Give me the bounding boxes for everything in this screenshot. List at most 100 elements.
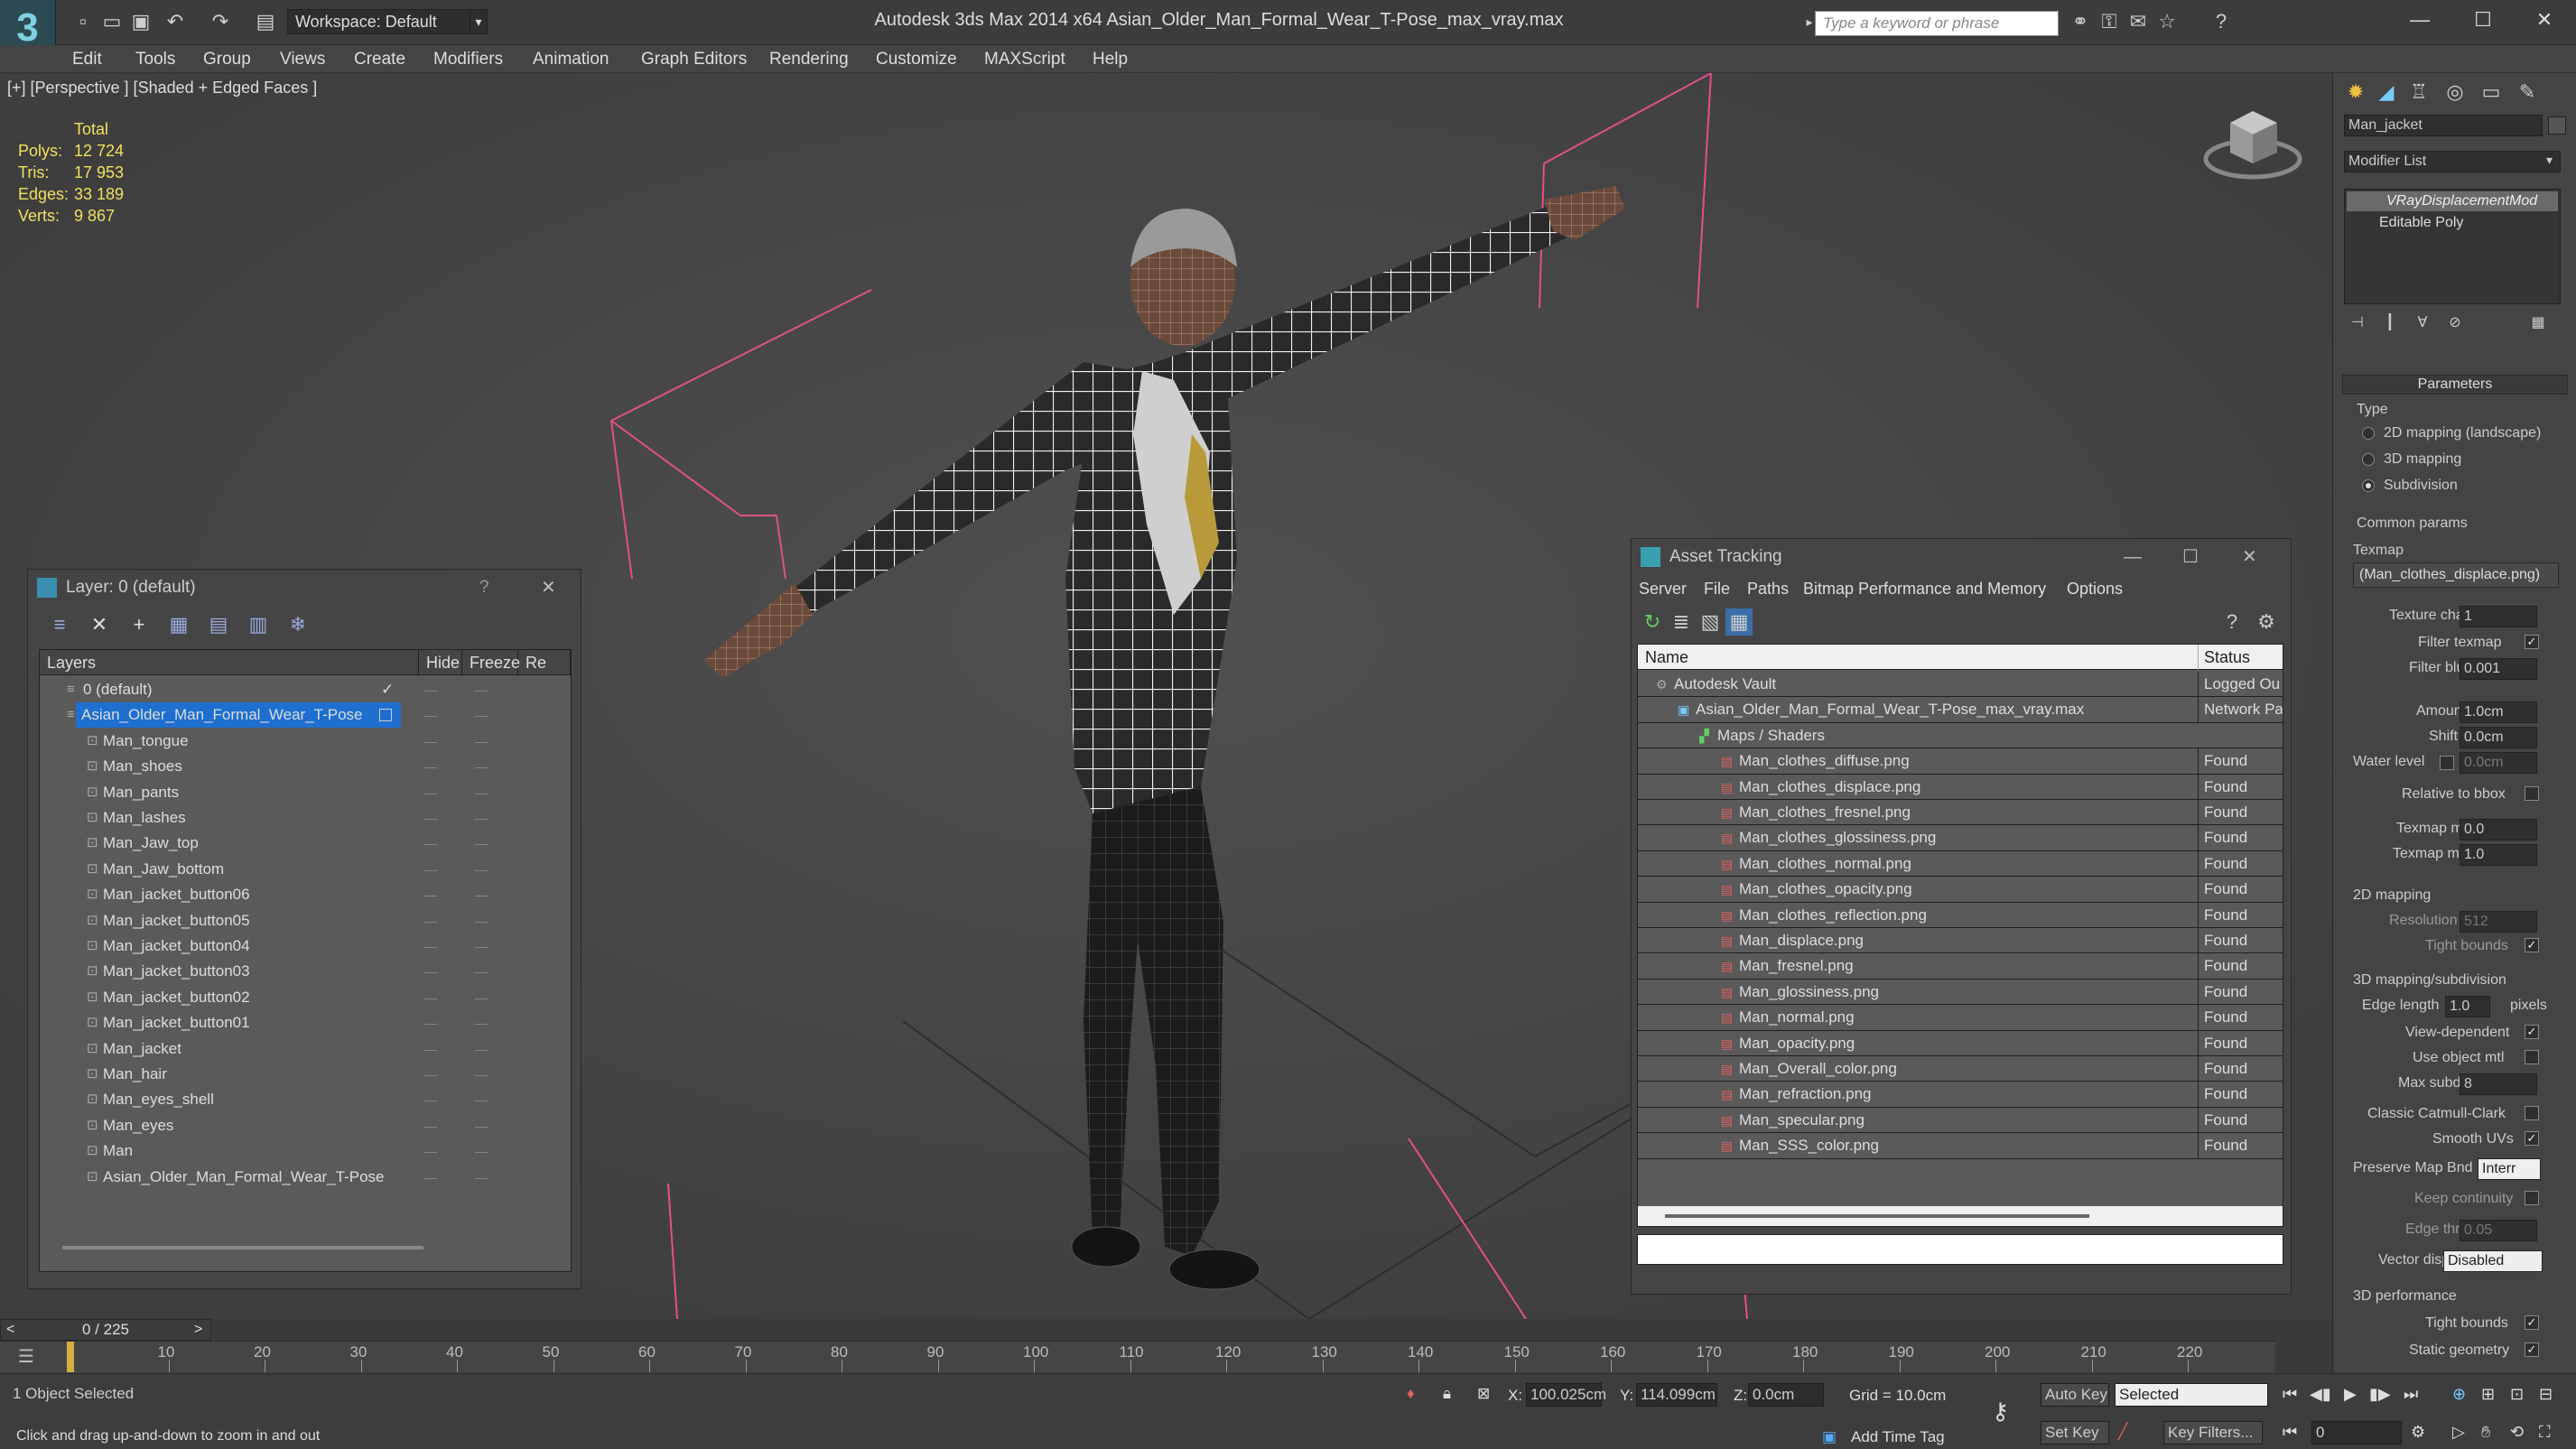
time-config-icon[interactable]: ⚙ <box>2411 1423 2425 1442</box>
use-object-mtl-checkbox[interactable] <box>2525 1050 2539 1064</box>
menu-help[interactable]: Help <box>1083 45 1137 73</box>
freeze-toggle[interactable]: — <box>475 831 488 856</box>
col-name[interactable]: Name <box>1645 645 1688 670</box>
hide-toggle[interactable]: — <box>424 754 437 779</box>
close-icon[interactable]: ✕ <box>2242 539 2257 575</box>
go-to-end-icon[interactable]: ⏭︎ <box>2404 1385 2418 1404</box>
menu-maxscript[interactable]: MAXScript <box>975 45 1074 73</box>
close-icon[interactable]: ✕ <box>2513 0 2576 40</box>
asset-row[interactable]: ▤ Man_clothes_normal.png Found <box>1638 850 2283 878</box>
subscription-icon[interactable]: ⚿ <box>2097 9 2122 34</box>
asset-row[interactable]: ▤ Man_fresnel.png Found <box>1638 953 2283 980</box>
zoom-all-icon[interactable]: ⊞ <box>2481 1385 2495 1404</box>
menu-graph-editors[interactable]: Graph Editors <box>632 45 756 73</box>
absolute-mode-icon[interactable]: ⊠ <box>1477 1385 1490 1403</box>
asset-menu-bitmap[interactable]: Bitmap Performance and Memory <box>1803 575 2046 602</box>
chevron-left-icon[interactable]: < <box>6 1320 14 1340</box>
asset-row[interactable]: ▤ Man_clothes_displace.png Found <box>1638 774 2283 800</box>
undo-icon[interactable]: ↶ <box>163 9 188 34</box>
hide-toggle[interactable]: — <box>424 882 437 907</box>
hide-toggle[interactable]: — <box>424 985 437 1010</box>
asset-menu-server[interactable]: Server <box>1639 575 1687 602</box>
maximize-icon[interactable]: ☐ <box>2182 539 2199 575</box>
layer-row[interactable]: ⊡ Man_eyes_shell — — <box>40 1087 560 1112</box>
save-icon[interactable]: ▣ <box>128 9 153 34</box>
hide-toggle[interactable]: — <box>424 959 437 984</box>
freeze-toggle[interactable]: — <box>475 1036 488 1062</box>
layer-row[interactable]: ⊡ Man_jacket — — <box>40 1036 560 1062</box>
workspace-dropdown[interactable]: Workspace: Default <box>287 9 486 34</box>
water-level-spinner[interactable]: 0.0cm <box>2460 752 2537 774</box>
list-view-icon[interactable]: ≣ <box>1668 608 1695 636</box>
layer-row[interactable]: ⊡ Man_jacket_button02 — — <box>40 985 560 1010</box>
view-dependent-checkbox[interactable]: ✓ <box>2525 1025 2539 1039</box>
layer-row[interactable]: ⊡ Man_jacket_button05 — — <box>40 908 560 933</box>
go-to-start-icon[interactable]: ⏮︎ <box>2283 1385 2297 1404</box>
menu-tools[interactable]: Tools <box>126 45 184 73</box>
asset-row[interactable]: ▤ Man_opacity.png Found <box>1638 1030 2283 1056</box>
help-icon[interactable]: ? <box>2209 9 2234 34</box>
favorites-icon[interactable]: ☆ <box>2154 9 2180 34</box>
parameters-rollout[interactable]: Parameters <box>2342 375 2568 395</box>
resolution-spinner[interactable]: 512 <box>2460 911 2537 933</box>
freeze-all-icon[interactable]: ❄ <box>284 611 312 638</box>
relative-bbox-checkbox[interactable] <box>2525 786 2539 801</box>
layer-row[interactable]: ⊡ Man_lashes — — <box>40 805 560 831</box>
shift-spinner[interactable]: 0.0cm <box>2460 727 2537 748</box>
texmap-max-spinner[interactable]: 1.0 <box>2460 844 2537 866</box>
radio-subdivision[interactable] <box>2362 479 2375 492</box>
asset-row[interactable]: ▤ Man_glossiness.png Found <box>1638 979 2283 1006</box>
communication-icon[interactable]: ✉ <box>2125 9 2151 34</box>
freeze-toggle[interactable]: — <box>475 1165 488 1190</box>
zoom-extents-all-icon[interactable]: ⊟ <box>2539 1385 2553 1404</box>
layer-row[interactable]: ⊡ Man_Jaw_top — — <box>40 831 560 856</box>
orbit-icon[interactable]: ⟲ <box>2510 1423 2524 1442</box>
asset-row[interactable]: ▤ Man_specular.png Found <box>1638 1107 2283 1134</box>
next-frame-icon[interactable]: ▮▶ <box>2369 1385 2391 1404</box>
redo-icon[interactable]: ↷ <box>208 9 233 34</box>
asset-row[interactable]: ▤ Man_displace.png Found <box>1638 928 2283 954</box>
layer-row[interactable]: ⊡ Man_shoes — — <box>40 754 560 779</box>
freeze-toggle[interactable]: — <box>475 1113 488 1138</box>
smooth-uvs-checkbox[interactable]: ✓ <box>2525 1131 2539 1146</box>
help-icon[interactable]: ? <box>2218 608 2246 636</box>
menu-group[interactable]: Group <box>194 45 260 73</box>
hierarchy-tab-icon[interactable]: ♖ <box>2405 79 2432 106</box>
filter-blur-spinner[interactable]: 0.001 <box>2460 658 2537 680</box>
open-file-icon[interactable]: ▭ <box>99 9 125 34</box>
refresh-icon[interactable]: ↻ <box>1639 608 1666 636</box>
new-file-icon[interactable]: ▫ <box>70 9 96 34</box>
menu-rendering[interactable]: Rendering <box>760 45 858 73</box>
layer-row[interactable]: ≡ 0 (default) — — ✓ <box>40 677 560 702</box>
viewport-label[interactable]: [+] [Perspective ] [Shaded + Edged Faces… <box>7 79 317 98</box>
menu-edit[interactable]: Edit <box>63 45 111 73</box>
freeze-toggle[interactable]: — <box>475 908 488 933</box>
layer-row[interactable]: ⊡ Man_Jaw_bottom — — <box>40 857 560 882</box>
asset-row[interactable]: ▣ Asian_Older_Man_Formal_Wear_T-Pose_max_… <box>1638 697 2283 723</box>
horizontal-scrollbar[interactable] <box>62 1246 423 1249</box>
z-coordinate[interactable]: 0.0cm <box>1748 1383 1824 1407</box>
freeze-toggle[interactable]: — <box>475 754 488 779</box>
hide-toggle[interactable]: — <box>424 780 437 805</box>
lock-icon[interactable]: 🔒︎ <box>1443 1385 1451 1403</box>
highlight-layer-icon[interactable]: ▤ <box>205 611 232 638</box>
asset-row[interactable]: ▤ Man_clothes_diffuse.png Found <box>1638 748 2283 775</box>
asset-row[interactable]: ▞ Maps / Shaders <box>1638 723 2283 749</box>
remove-modifier-icon[interactable]: ⊘ <box>2441 310 2469 337</box>
tight-bounds-checkbox[interactable]: ✓ <box>2525 938 2539 952</box>
track-bar[interactable]: ☰ 10 20 30 40 50 60 70 80 90 100 110 120 130 140 150 16… <box>0 1341 2275 1373</box>
col-render[interactable]: Re <box>518 650 571 675</box>
amount-spinner[interactable]: 1.0cm <box>2460 701 2537 723</box>
layer-row[interactable]: ⊡ Man_hair — — <box>40 1062 560 1087</box>
asset-path-field[interactable] <box>1637 1234 2283 1265</box>
freeze-toggle[interactable]: — <box>475 677 488 702</box>
asset-menu-paths[interactable]: Paths <box>1747 575 1789 602</box>
asset-row[interactable]: ▤ Man_clothes_glossiness.png Found <box>1638 825 2283 851</box>
menu-customize[interactable]: Customize <box>867 45 966 73</box>
close-icon[interactable]: ✕ <box>541 570 556 606</box>
freeze-toggle[interactable]: — <box>475 805 488 831</box>
isolate-icon[interactable]: ♦ <box>1407 1385 1415 1403</box>
hide-toggle[interactable]: — <box>424 1165 437 1190</box>
utilities-tab-icon[interactable]: ✎ <box>2514 79 2541 106</box>
freeze-toggle[interactable]: — <box>475 702 488 728</box>
